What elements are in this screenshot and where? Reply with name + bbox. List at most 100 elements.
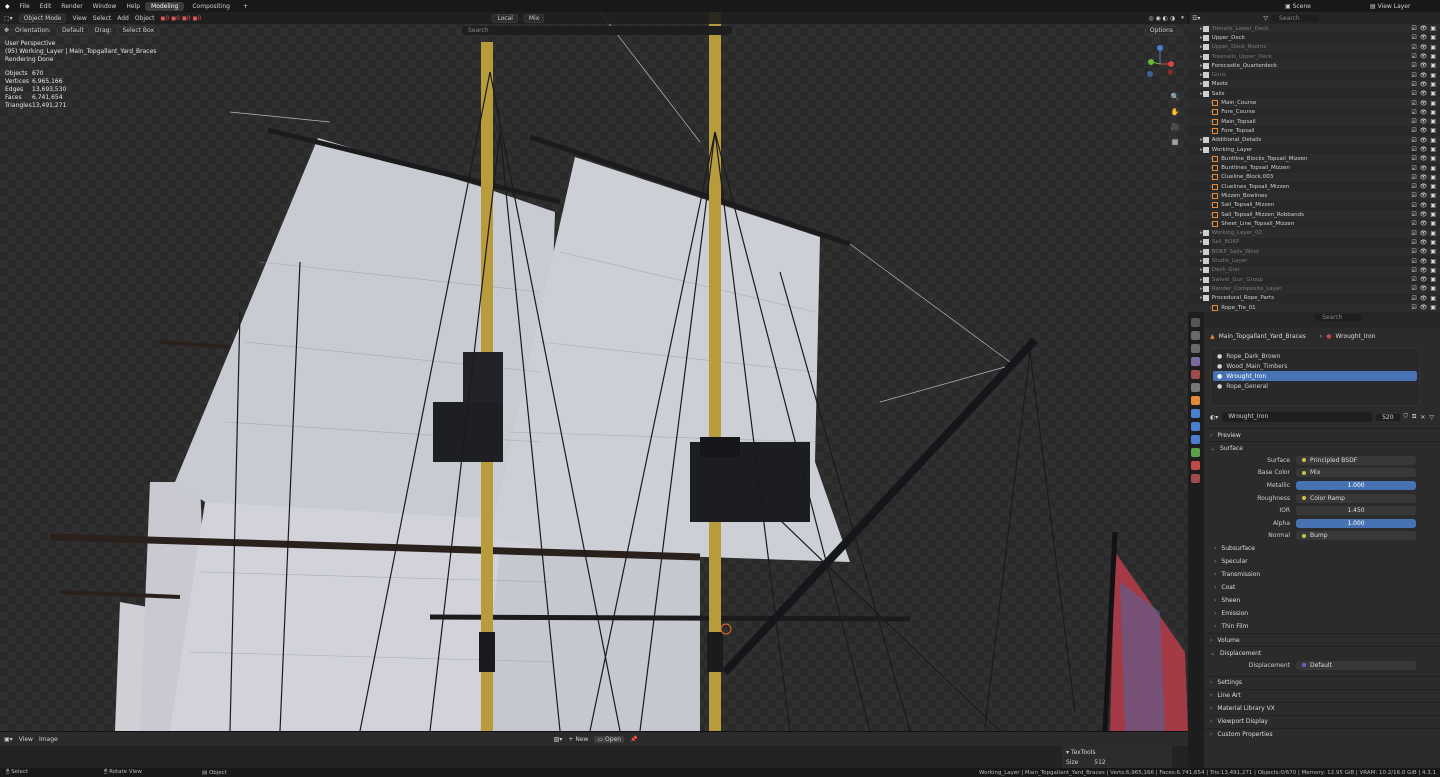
visibility-toggles[interactable]: ☑ 👁 ▣	[1411, 62, 1436, 69]
checkbox-icon[interactable]: ☑	[1411, 276, 1416, 283]
visibility-toggles[interactable]: ☑ 👁 ▣	[1411, 304, 1436, 311]
output-tab-icon[interactable]	[1191, 344, 1200, 353]
outliner-row[interactable]: › Mizzen_Bowlines ☑ 👁 ▣	[1188, 191, 1440, 201]
camera-icon[interactable]: 🎥	[1169, 122, 1181, 133]
eye-icon[interactable]: 👁	[1420, 295, 1428, 302]
checkbox-icon[interactable]: ☑	[1411, 118, 1416, 125]
outliner-row[interactable]: › Main_Topsail ☑ 👁 ▣	[1188, 116, 1440, 127]
material-tab-icon[interactable]	[1191, 461, 1200, 470]
outliner-row[interactable]: › Buntlines_Topsail_Mizzen ☑ 👁 ▣	[1188, 163, 1440, 172]
checkbox-icon[interactable]: ☑	[1411, 239, 1416, 246]
outliner-row[interactable]: ▸ Working_Layer_02 ☑ 👁 ▣	[1188, 228, 1440, 238]
checkbox-icon[interactable]: ☑	[1411, 174, 1416, 181]
open-image-button[interactable]: ▭ Open	[594, 735, 625, 743]
camera-render-icon[interactable]: ▣	[1430, 248, 1436, 255]
eye-icon[interactable]: 👁	[1420, 118, 1428, 125]
outliner-row[interactable]: › Main_Course ☑ 👁 ▣	[1188, 98, 1440, 108]
transform-tool-icon[interactable]: ✥	[4, 27, 9, 34]
tool-tab-icon[interactable]	[1191, 318, 1200, 327]
input-value-field[interactable]: 1.000	[1296, 480, 1416, 490]
editor-type-icon[interactable]: ⬚▾	[4, 15, 13, 22]
image-editor-type-icon[interactable]: ▣▾	[4, 736, 13, 743]
eye-icon[interactable]: 👁	[1420, 192, 1428, 199]
eye-icon[interactable]: 👁	[1420, 239, 1428, 246]
checkbox-icon[interactable]: ☑	[1411, 81, 1416, 88]
checkbox-icon[interactable]: ☑	[1411, 146, 1416, 153]
material-name-field[interactable]: Wrought_Iron	[1222, 412, 1373, 422]
eye-icon[interactable]: 👁	[1420, 25, 1428, 32]
material-browse-icon[interactable]: ◐▾	[1210, 414, 1218, 421]
visibility-toggles[interactable]: ☑ 👁 ▣	[1411, 81, 1436, 88]
eye-icon[interactable]: 👁	[1420, 202, 1428, 209]
eye-icon[interactable]: 👁	[1420, 90, 1428, 97]
camera-render-icon[interactable]: ▣	[1430, 118, 1436, 125]
menu-view-image[interactable]: View	[19, 736, 33, 743]
subpanel[interactable]: › Transmission	[1204, 568, 1440, 581]
image-browse-icon[interactable]: ▨▾	[554, 736, 563, 743]
outliner-row[interactable]: ▸ Upper_Deck ☑ 👁 ▣	[1188, 33, 1440, 42]
checkbox-icon[interactable]: ☑	[1411, 220, 1416, 227]
visibility-toggles[interactable]: ☑ 👁 ▣	[1411, 239, 1436, 246]
panel-section[interactable]: › Settings	[1204, 675, 1440, 689]
outliner-row[interactable]: › Clueline_Block.003 ☑ 👁 ▣	[1188, 172, 1440, 183]
visibility-toggles[interactable]: ☑ 👁 ▣	[1411, 118, 1436, 125]
filter-icon[interactable]: ▽	[1429, 414, 1434, 421]
camera-render-icon[interactable]: ▣	[1430, 137, 1436, 144]
displacement-field[interactable]: Default	[1296, 660, 1416, 670]
modifier-tab-icon[interactable]	[1191, 409, 1200, 418]
eye-icon[interactable]: 👁	[1420, 304, 1428, 311]
visibility-toggles[interactable]: ☑ 👁 ▣	[1411, 267, 1436, 274]
checkbox-icon[interactable]: ☑	[1411, 109, 1416, 116]
checkbox-icon[interactable]: ☑	[1411, 137, 1416, 144]
checkbox-icon[interactable]: ☑	[1411, 62, 1416, 69]
outliner-row[interactable]: ▸ Deck_Gun ☑ 👁 ▣	[1188, 265, 1440, 276]
eye-icon[interactable]: 👁	[1420, 183, 1428, 190]
subpanel[interactable]: › Specular	[1204, 555, 1440, 568]
input-value-field[interactable]: 1.450	[1296, 506, 1416, 516]
camera-render-icon[interactable]: ▣	[1430, 25, 1436, 32]
menu-object[interactable]: Object	[135, 15, 155, 22]
outliner-type-icon[interactable]: ☰▾	[1192, 15, 1200, 22]
section-volume[interactable]: › Volume	[1204, 633, 1440, 646]
section-surface[interactable]: ⌄ Surface	[1204, 441, 1440, 454]
data-tab-icon[interactable]	[1191, 448, 1200, 457]
visibility-toggles[interactable]: ☑ 👁 ▣	[1411, 90, 1436, 97]
input-value-field[interactable]: Color Ramp	[1296, 493, 1416, 503]
subpanel[interactable]: › Sheen	[1204, 594, 1440, 607]
outliner-row[interactable]: ▸ Guns ☑ 👁 ▣	[1188, 70, 1440, 79]
camera-render-icon[interactable]: ▣	[1430, 192, 1436, 199]
camera-render-icon[interactable]: ▣	[1430, 295, 1436, 302]
input-value-field[interactable]: Mix	[1296, 468, 1416, 478]
surface-shader-field[interactable]: Principled BSDF	[1296, 455, 1416, 465]
mode-dropdown[interactable]: Object Mode	[18, 13, 67, 23]
camera-render-icon[interactable]: ▣	[1430, 220, 1436, 227]
outliner-row[interactable]: ▸ Studio_Layer ☑ 👁 ▣	[1188, 256, 1440, 265]
eye-icon[interactable]: 👁	[1420, 44, 1428, 51]
camera-render-icon[interactable]: ▣	[1430, 62, 1436, 69]
camera-render-icon[interactable]: ▣	[1430, 304, 1436, 311]
menu-edit[interactable]: Edit	[35, 3, 57, 10]
visibility-toggles[interactable]: ☑ 👁 ▣	[1411, 230, 1436, 237]
eye-icon[interactable]: 👁	[1420, 127, 1428, 134]
eye-icon[interactable]: 👁	[1420, 276, 1428, 283]
subpanel[interactable]: › Emission	[1204, 607, 1440, 620]
view-layer-tab-icon[interactable]	[1191, 357, 1200, 366]
outliner-row[interactable]: ▸ Swivel_Gun_Group ☑ 👁 ▣	[1188, 275, 1440, 284]
tab-modeling[interactable]: Modeling	[145, 1, 185, 11]
camera-render-icon[interactable]: ▣	[1430, 155, 1436, 162]
visibility-toggles[interactable]: ☑ 👁 ▣	[1411, 34, 1436, 41]
camera-render-icon[interactable]: ▣	[1430, 90, 1436, 97]
menu-window[interactable]: Window	[88, 3, 122, 10]
outliner-row[interactable]: ▸ Working_Layer ☑ 👁 ▣	[1188, 145, 1440, 154]
checkbox-icon[interactable]: ☑	[1411, 248, 1416, 255]
camera-render-icon[interactable]: ▣	[1430, 285, 1436, 292]
eye-icon[interactable]: 👁	[1420, 137, 1428, 144]
outliner-row[interactable]: › Buntline_Blocks_Topsail_Mizzen ☑ 👁 ▣	[1188, 154, 1440, 164]
material-slot[interactable]: ● Wood_Main_Timbers	[1213, 361, 1417, 371]
visibility-toggles[interactable]: ☑ 👁 ▣	[1411, 25, 1436, 32]
view-layer-selector[interactable]: ▤ View Layer	[1370, 3, 1410, 10]
checkbox-icon[interactable]: ☑	[1411, 192, 1416, 199]
fake-user-icon[interactable]: ⛉	[1404, 413, 1409, 421]
viewport-search-input[interactable]: Search	[462, 26, 732, 35]
tab-compositing[interactable]: Compositing	[186, 2, 236, 11]
